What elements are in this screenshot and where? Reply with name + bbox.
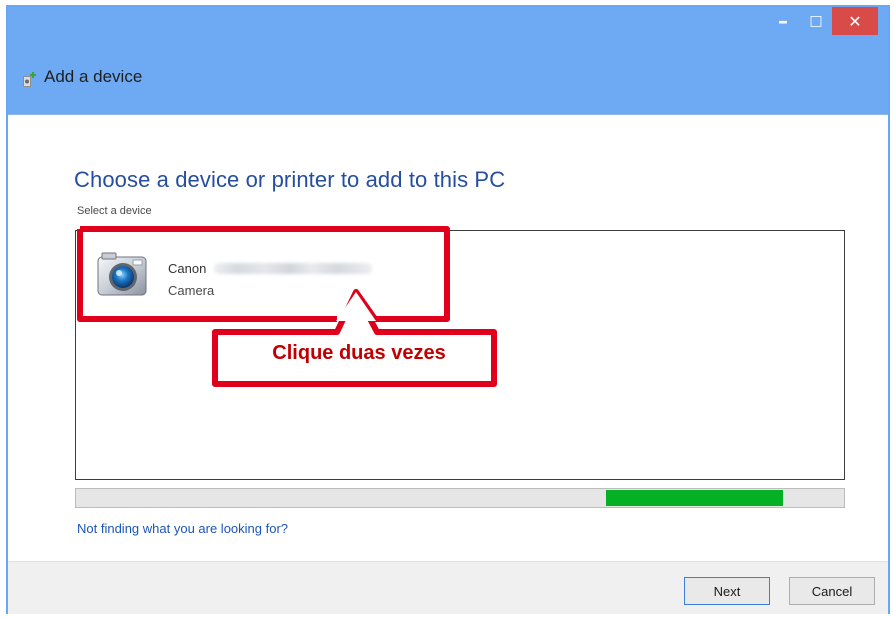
search-progress-bar (75, 488, 845, 508)
minimize-button[interactable]: – (768, 7, 798, 35)
next-button[interactable]: Next (684, 577, 770, 605)
maximize-button[interactable]: □ (801, 7, 831, 35)
maximize-icon: □ (809, 13, 823, 29)
callout-text: Clique duas vezes (272, 342, 446, 364)
page-heading: Choose a device or printer to add to thi… (74, 167, 506, 192)
device-type: Camera (168, 283, 215, 298)
close-button[interactable]: ✕ (832, 7, 878, 35)
window-title: Add a device (44, 67, 143, 86)
cancel-button[interactable]: Cancel (789, 577, 875, 605)
blurred-model-name (214, 263, 373, 274)
close-icon: ✕ (848, 11, 862, 31)
window-title-bar[interactable]: – □ ✕ Add a device (8, 7, 888, 115)
progress-fill (605, 490, 783, 506)
add-device-window: – □ ✕ Add a device Choose a device or pr… (6, 5, 890, 614)
device-item-canon-camera[interactable]: Canon Camera (83, 236, 448, 316)
device-name-text: Canon (168, 261, 207, 276)
not-finding-device-link[interactable]: Not finding what you are looking for? (77, 521, 288, 536)
camera-icon (97, 252, 147, 296)
add-device-icon (23, 72, 36, 87)
device-list-label: Select a device (77, 205, 152, 217)
device-name: Canon (168, 261, 373, 276)
minimize-icon: – (778, 9, 788, 33)
dialog-footer: Next Cancel (8, 561, 888, 614)
